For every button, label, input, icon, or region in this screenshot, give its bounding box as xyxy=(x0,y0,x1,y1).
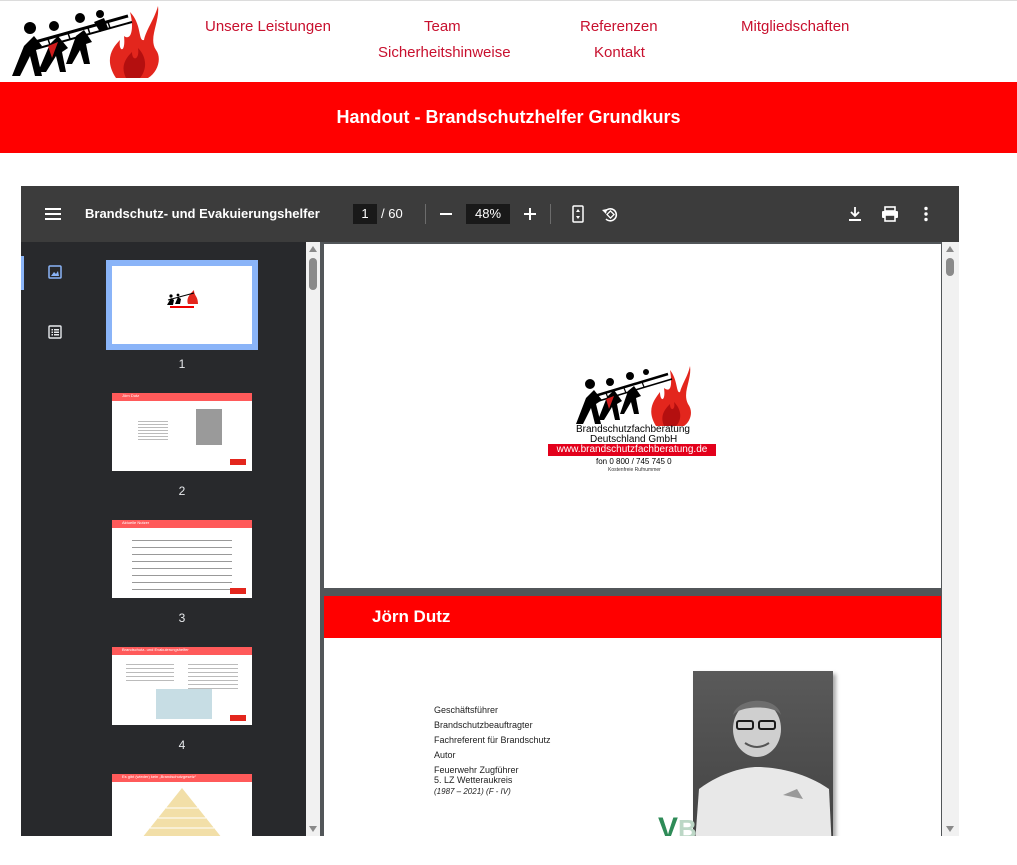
thumbnail-footer-logo xyxy=(230,715,246,721)
credential-years: (1987 – 2021) (F - IV) xyxy=(434,787,511,796)
more-icon[interactable] xyxy=(924,206,928,222)
vbd-logo: V B xyxy=(658,812,697,836)
scroll-down-arrow-icon[interactable] xyxy=(309,826,317,832)
thumbnail-text-block xyxy=(126,661,174,681)
document-page-1: Brandschutzfachberatung Deutschland GmbH… xyxy=(324,244,941,588)
thumbnail-number: 4 xyxy=(178,738,186,752)
nav-sicherheitshinweise[interactable]: Sicherheitshinweise xyxy=(378,44,511,61)
rail-active-indicator xyxy=(21,256,24,290)
thumbnail-text-block xyxy=(138,419,168,441)
pdf-toolbar: Brandschutz- und Evakuierungshelfer 1 / … xyxy=(21,186,959,242)
thumbnail-photo xyxy=(196,409,222,445)
thumbnail-text-block xyxy=(188,661,238,689)
credential-line: Brandschutzbeauftragter xyxy=(434,720,533,730)
credential-line: Fachreferent für Brandschutz xyxy=(434,735,551,745)
page-logo xyxy=(576,366,691,426)
toolbar-divider xyxy=(550,204,551,224)
svg-text:V: V xyxy=(658,812,678,836)
thumbnail-page-5[interactable]: Es gibt (wieder) kein „Brandschutzgesetz… xyxy=(112,774,252,836)
download-icon[interactable] xyxy=(848,206,862,222)
company-logo[interactable] xyxy=(8,2,163,78)
document-title: Brandschutz- und Evakuierungshelfer xyxy=(85,206,320,221)
thumbnail-header-text: Aktuelle Nutzer xyxy=(122,520,150,525)
phone-note: Kostenfreie Rufnummer xyxy=(608,467,661,473)
page-header-bar: Jörn Dutz xyxy=(324,596,941,638)
thumbnail-diagram xyxy=(156,689,212,719)
thumbnail-header-text: Brandschutz- und Evakuierungshelfer xyxy=(122,647,189,652)
phone-number: fon 0 800 / 745 745 0 xyxy=(596,457,672,466)
thumbnail-page-1[interactable] xyxy=(112,266,252,344)
sidebar-scrollbar[interactable] xyxy=(306,242,320,836)
page-header-name: Jörn Dutz xyxy=(372,607,451,626)
nav-mitgliedschaften[interactable]: Mitgliedschaften xyxy=(741,18,849,35)
thumbnail-table xyxy=(132,534,232,590)
sidebar-rail xyxy=(21,242,81,836)
page-number-input[interactable]: 1 xyxy=(353,204,377,224)
thumbnail-logo xyxy=(167,290,198,308)
thumbnail-sidebar: 1 Jörn Dutz 2 Aktuelle Nutzer 3 Brandsch… xyxy=(21,242,306,836)
nav-kontakt[interactable]: Kontakt xyxy=(594,44,645,61)
thumbnail-number: 1 xyxy=(178,357,186,371)
credential-line: Autor xyxy=(434,750,456,760)
fit-page-icon[interactable] xyxy=(572,205,584,223)
document-page-2: Jörn Dutz Geschäftsführer Brandschutzbea… xyxy=(324,596,941,836)
thumbnail-header-text: Jörn Dutz xyxy=(122,393,140,398)
outline-view-icon[interactable] xyxy=(48,325,62,339)
thumbnail-pyramid xyxy=(143,788,221,836)
document-scroll-thumb[interactable] xyxy=(946,258,954,276)
toolbar-divider xyxy=(425,204,426,224)
thumbnail-number: 3 xyxy=(178,611,186,625)
scroll-up-arrow-icon[interactable] xyxy=(309,246,317,252)
credential-line: Geschäftsführer xyxy=(434,705,499,715)
top-border xyxy=(0,0,1017,1)
nav-referenzen[interactable]: Referenzen xyxy=(580,18,658,35)
nav-unsere-leistungen[interactable]: Unsere Leistungen xyxy=(205,18,331,35)
svg-text:B: B xyxy=(678,814,697,836)
print-icon[interactable] xyxy=(881,206,899,222)
page-total: / 60 xyxy=(381,206,403,221)
page-title: Handout - Brandschutzhelfer Grundkurs xyxy=(336,107,681,127)
credential-line: Feuerwehr Zugführer xyxy=(434,765,519,775)
thumbnail-footer-logo xyxy=(230,588,246,594)
thumbnail-footer-logo xyxy=(230,459,246,465)
pdf-viewer: Brandschutz- und Evakuierungshelfer 1 / … xyxy=(21,186,959,836)
nav-team[interactable]: Team xyxy=(424,18,461,35)
thumbnail-header-text: Es gibt (wieder) kein „Brandschutzgesetz… xyxy=(122,774,197,779)
menu-icon[interactable] xyxy=(45,207,61,221)
thumbnail-page-2[interactable]: Jörn Dutz xyxy=(112,393,252,471)
thumbnail-page-4[interactable]: Brandschutz- und Evakuierungshelfer xyxy=(112,647,252,725)
minus-icon[interactable] xyxy=(440,207,452,221)
thumbnail-page-3[interactable]: Aktuelle Nutzer xyxy=(112,520,252,598)
thumbnail-number: 2 xyxy=(178,484,186,498)
page-banner: Handout - Brandschutzhelfer Grundkurs xyxy=(0,82,1017,153)
thumbnail-view-icon[interactable] xyxy=(48,265,62,279)
scroll-up-arrow-icon[interactable] xyxy=(946,246,954,252)
credential-line: 5. LZ Wetteraukreis xyxy=(434,775,513,785)
website-url: www.brandschutzfachberatung.de xyxy=(548,444,716,456)
zoom-level-input[interactable]: 48% xyxy=(466,204,510,224)
sidebar-scroll-thumb[interactable] xyxy=(309,258,317,290)
scroll-down-arrow-icon[interactable] xyxy=(946,826,954,832)
document-scrollbar[interactable] xyxy=(942,242,959,836)
plus-icon[interactable] xyxy=(524,207,536,221)
rotate-icon[interactable] xyxy=(601,205,619,223)
document-area: Brandschutzfachberatung Deutschland GmbH… xyxy=(320,242,942,836)
